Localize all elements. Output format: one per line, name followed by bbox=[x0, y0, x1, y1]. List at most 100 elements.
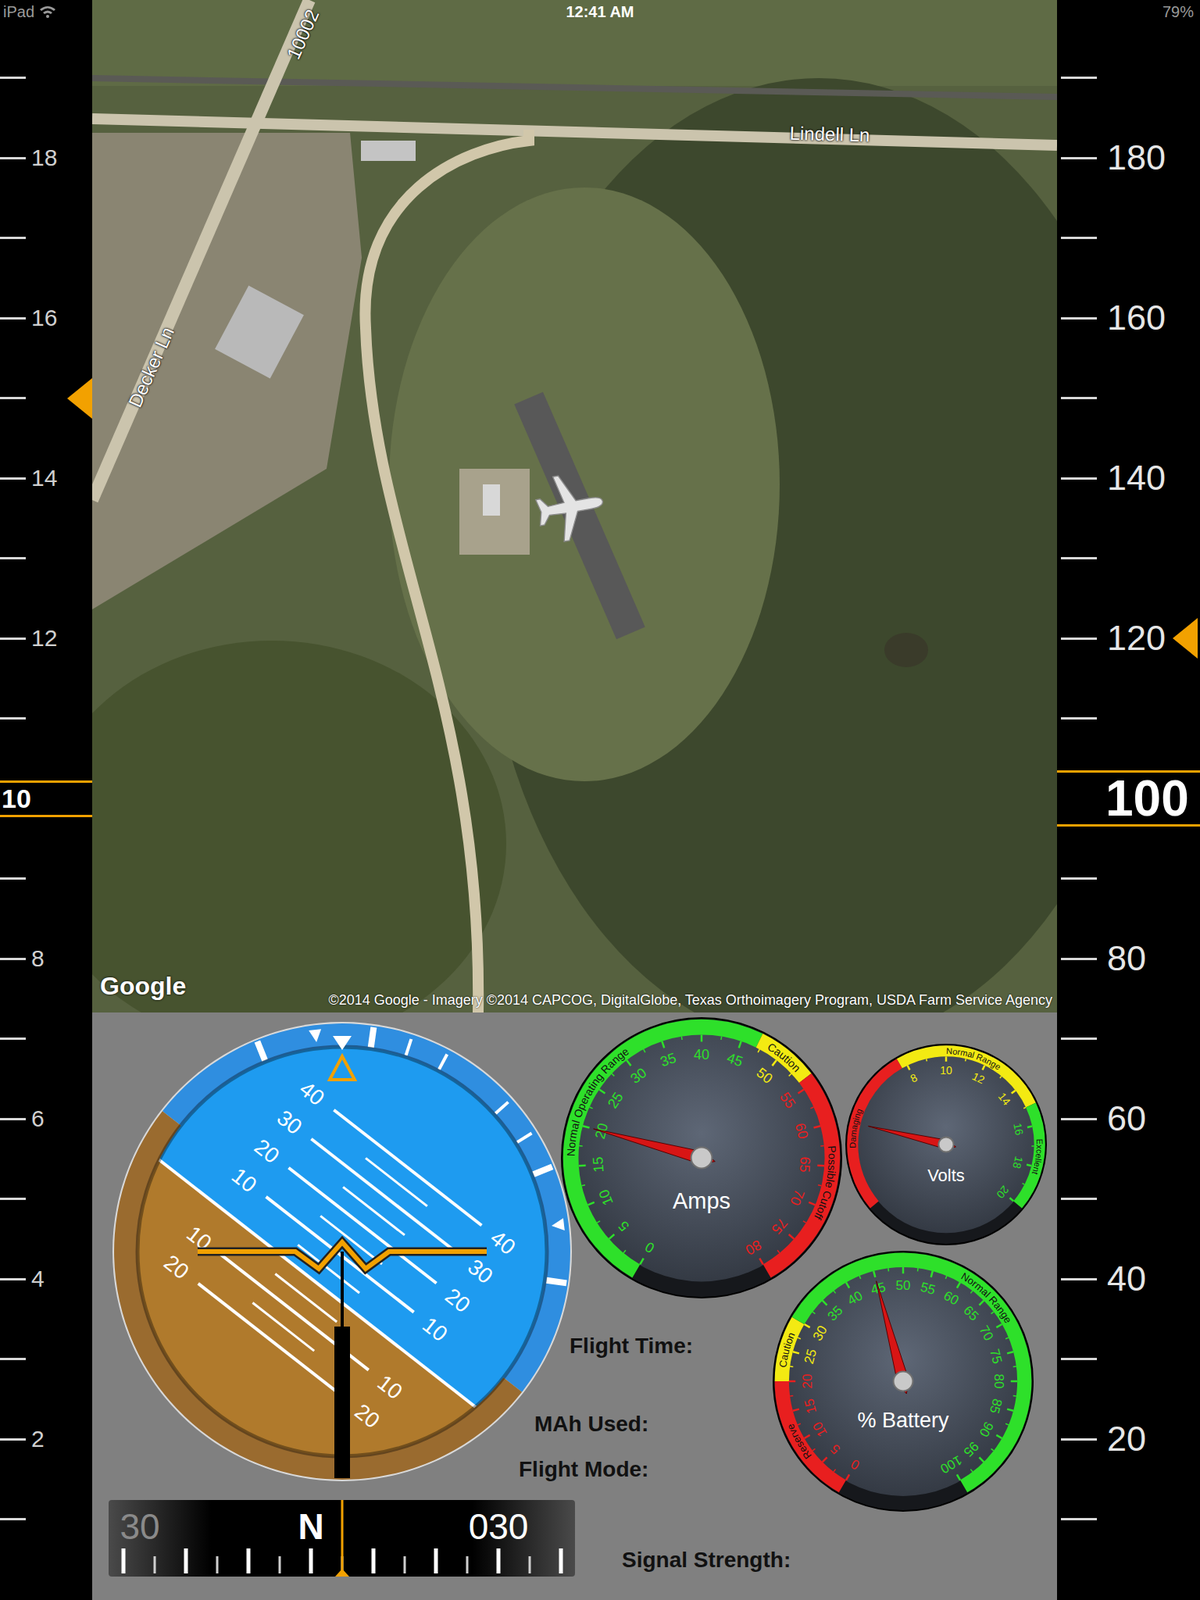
gauge-label: 30 bbox=[810, 1323, 831, 1344]
pitch-label: 20 bbox=[440, 1283, 475, 1318]
bank-tick bbox=[406, 1039, 412, 1056]
gauge-rim bbox=[773, 1251, 1033, 1511]
info-label: MAh Used: bbox=[534, 1410, 649, 1438]
tape-label: 120 bbox=[1107, 618, 1166, 658]
compass-tick bbox=[153, 1556, 157, 1574]
altitude-tape: 18161412864210 bbox=[0, 0, 93, 1600]
gauge-tick bbox=[792, 1409, 800, 1411]
tape-label: 160 bbox=[1107, 298, 1166, 338]
gauge-minor-tick bbox=[1000, 1075, 1002, 1078]
tape-tick bbox=[0, 1117, 26, 1121]
band-label: Damaging bbox=[847, 1107, 865, 1149]
gauge-label: 100 bbox=[937, 1452, 965, 1477]
gauge-tick bbox=[626, 1060, 631, 1066]
tape-label: 40 bbox=[1107, 1259, 1147, 1299]
pitch-label: 10 bbox=[372, 1370, 408, 1405]
tape-tick bbox=[1060, 877, 1097, 880]
gauge-band bbox=[782, 1381, 843, 1486]
pitch-label: 30 bbox=[463, 1254, 498, 1290]
gauge-minor-tick bbox=[1005, 1423, 1009, 1425]
gauge-label: 80 bbox=[742, 1236, 765, 1258]
gauge-band bbox=[798, 1260, 1025, 1487]
hangar bbox=[482, 484, 500, 516]
gauge-minor-tick bbox=[797, 1423, 801, 1425]
band-label-text: Normal Range bbox=[946, 1046, 1003, 1072]
tape-tick bbox=[1060, 557, 1097, 560]
bug-marker-icon bbox=[64, 375, 93, 422]
gauge-minor-tick bbox=[720, 1036, 722, 1040]
gauge-tick bbox=[1010, 1380, 1018, 1383]
runway bbox=[514, 392, 645, 640]
horizon-line bbox=[107, 1017, 577, 1486]
gauge-label: 10 bbox=[810, 1418, 831, 1440]
gauge-minor-tick bbox=[789, 1395, 793, 1397]
clearing bbox=[389, 187, 780, 782]
bank-tick bbox=[257, 1041, 265, 1061]
tape-tick bbox=[1060, 1197, 1097, 1200]
tape-tick bbox=[1060, 396, 1097, 400]
building bbox=[214, 285, 304, 379]
gauge-label: 90 bbox=[975, 1418, 997, 1440]
gauge-minor-tick bbox=[991, 1448, 994, 1451]
gauge-minor-tick bbox=[1013, 1365, 1017, 1368]
field bbox=[92, 0, 1058, 86]
band-label-text: Normal Operating Range bbox=[564, 1044, 632, 1157]
tape-tick bbox=[1060, 157, 1097, 160]
tape-tick bbox=[1060, 477, 1097, 480]
compass-tick bbox=[121, 1548, 126, 1574]
gauge-face bbox=[788, 1266, 1018, 1497]
gauge-label: 18 bbox=[1010, 1154, 1025, 1170]
band-label-text: Damaging bbox=[847, 1107, 865, 1149]
compass-label: 30 bbox=[119, 1506, 160, 1547]
tape-tick bbox=[1060, 637, 1097, 640]
band-label-text: Normal Range bbox=[959, 1270, 1015, 1325]
bank-tick bbox=[371, 1027, 375, 1048]
tape-tick bbox=[0, 317, 26, 320]
tape-tick bbox=[0, 1357, 26, 1361]
instrument-panel: 101020203030404010102020Normal Operating… bbox=[92, 1012, 1058, 1600]
current-value: 10 bbox=[1, 778, 32, 819]
gauge-minor-tick bbox=[789, 1073, 792, 1076]
gauge-tick bbox=[582, 1125, 590, 1128]
pitch-label: 30 bbox=[272, 1105, 308, 1140]
gauge-tick bbox=[599, 1089, 605, 1093]
gauge-tick bbox=[957, 1282, 961, 1288]
gauge-label: 50 bbox=[896, 1278, 911, 1293]
google-logo: Google bbox=[100, 967, 186, 1005]
status-bar: iPad12:41 AM79% bbox=[0, 0, 1200, 21]
gauge-label: 10 bbox=[596, 1187, 617, 1208]
pitch-label: 20 bbox=[350, 1399, 385, 1434]
gauge-tick bbox=[578, 1164, 586, 1167]
gauge-minor-tick bbox=[945, 1275, 947, 1279]
gauge-label: 60 bbox=[940, 1288, 961, 1309]
compass-label: 030 bbox=[468, 1506, 529, 1547]
road bbox=[92, 0, 310, 500]
gauge-label: 65 bbox=[960, 1303, 982, 1325]
gauge-rim bbox=[561, 1017, 842, 1298]
ground bbox=[107, 1017, 577, 1486]
gauge-minor-tick bbox=[1031, 1145, 1034, 1147]
gauge-minor-tick bbox=[833, 1290, 836, 1293]
tape-tick bbox=[0, 1197, 26, 1200]
gauge-title: % Battery bbox=[857, 1408, 950, 1433]
gauge-tick bbox=[771, 1060, 776, 1066]
pitch-line bbox=[310, 1139, 459, 1255]
pitch-label: 20 bbox=[159, 1250, 194, 1285]
pitch-label: 20 bbox=[250, 1134, 285, 1169]
tape-tick bbox=[1060, 1357, 1097, 1361]
gauge-label: 55 bbox=[776, 1089, 799, 1112]
map[interactable]: Lindell LnDecker Ln10002Google©2014 Goog… bbox=[92, 0, 1058, 1013]
gauge-tick bbox=[639, 1258, 643, 1265]
gauge-rim bbox=[846, 1044, 1047, 1245]
tape-label: 60 bbox=[1107, 1099, 1147, 1139]
gauge-tick bbox=[739, 1041, 742, 1048]
pitch-label: 40 bbox=[295, 1076, 330, 1111]
gauge-label: 12 bbox=[970, 1069, 987, 1086]
gauge-tick bbox=[996, 1435, 1002, 1439]
gauge-minor-tick bbox=[777, 1250, 780, 1253]
roll-index-icon bbox=[329, 1056, 355, 1080]
gauge-minor-tick bbox=[820, 1145, 824, 1147]
gauge-label: 85 bbox=[986, 1396, 1005, 1415]
tape-label: 12 bbox=[31, 625, 58, 652]
road-label: Lindell Ln bbox=[789, 119, 871, 150]
